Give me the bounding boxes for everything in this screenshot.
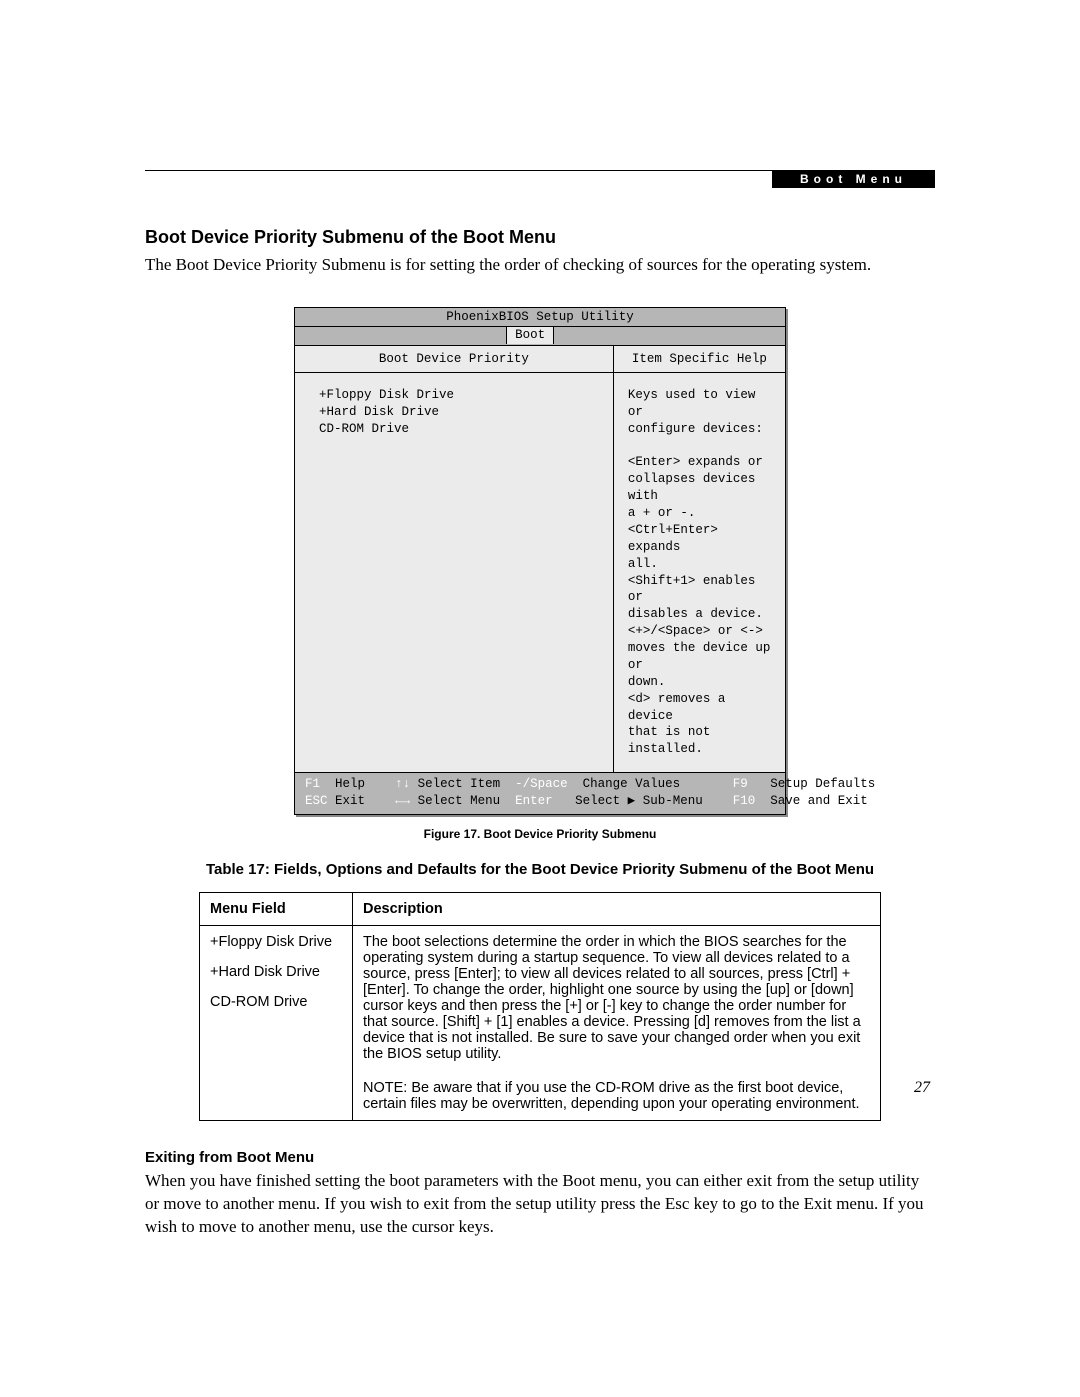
bios-key-arrows-ud: ↑↓ (395, 777, 410, 791)
bios-left-header: Boot Device Priority (295, 346, 613, 373)
header-rule: Boot Menu (145, 170, 935, 191)
bios-help-text: Keys used to view or configure devices: … (614, 373, 785, 772)
bios-device-item: CD-ROM Drive (319, 421, 613, 438)
bios-device-item: +Hard Disk Drive (319, 404, 613, 421)
page-heading: Boot Device Priority Submenu of the Boot… (145, 227, 935, 248)
table-row: +Floppy Disk Drive +Hard Disk Drive CD-R… (200, 925, 881, 1120)
table-header-row: Menu Field Description (200, 892, 881, 925)
exit-subheading: Exiting from Boot Menu (145, 1149, 935, 1166)
bios-key-esc: ESC (305, 794, 328, 808)
bios-device-item: +Floppy Disk Drive (319, 387, 613, 404)
section-header-tag: Boot Menu (772, 170, 935, 188)
cell-menu-field: +Floppy Disk Drive +Hard Disk Drive CD-R… (200, 925, 353, 1120)
figure-caption: Figure 17. Boot Device Priority Submenu (145, 827, 935, 841)
bios-key-f1: F1 (305, 777, 320, 791)
bios-screenshot: PhoenixBIOS Setup Utility Boot Boot Devi… (294, 307, 786, 815)
bios-key-label: Setup Defaults (770, 777, 875, 791)
menu-field-item: CD-ROM Drive (210, 994, 342, 1010)
bios-key-label: Select Item (418, 777, 501, 791)
bios-key-minus-space: -/Space (515, 777, 568, 791)
bios-key-label: Select ▶ Sub-Menu (575, 794, 703, 808)
bios-content: Boot Device Priority +Floppy Disk Drive … (295, 346, 785, 772)
bios-key-f10: F10 (733, 794, 756, 808)
description-main: The boot selections determine the order … (363, 934, 870, 1062)
bios-right-header: Item Specific Help (614, 346, 785, 373)
bios-title: PhoenixBIOS Setup Utility (295, 308, 785, 327)
menu-field-item: +Floppy Disk Drive (210, 934, 342, 950)
bios-key-f9: F9 (733, 777, 748, 791)
bios-key-label: Select Menu (418, 794, 501, 808)
exit-paragraph: When you have finished setting the boot … (145, 1170, 935, 1239)
bios-key-label: Help (335, 777, 365, 791)
bios-left-column: Boot Device Priority +Floppy Disk Drive … (295, 346, 614, 772)
intro-paragraph: The Boot Device Priority Submenu is for … (145, 254, 935, 277)
bios-right-column: Item Specific Help Keys used to view or … (614, 346, 785, 772)
bios-key-label: Change Values (583, 777, 681, 791)
bios-active-tab: Boot (506, 327, 554, 344)
bios-menu-tabs: Boot (295, 327, 785, 346)
description-note: NOTE: Be aware that if you use the CD-RO… (363, 1080, 870, 1112)
col-menu-field: Menu Field (200, 892, 353, 925)
col-description: Description (353, 892, 881, 925)
bios-key-label: Save and Exit (770, 794, 868, 808)
bios-key-label: Exit (335, 794, 365, 808)
document-page: Boot Menu Boot Device Priority Submenu o… (0, 0, 1080, 1397)
menu-field-item: +Hard Disk Drive (210, 964, 342, 980)
fields-table: Menu Field Description +Floppy Disk Driv… (199, 892, 881, 1121)
table-caption: Table 17: Fields, Options and Defaults f… (145, 861, 935, 878)
bios-key-enter: Enter (515, 794, 553, 808)
bios-footer: F1 Help ↑↓ Select Item -/Space Change Va… (295, 772, 785, 814)
page-number: 27 (914, 1079, 930, 1097)
bios-device-list: +Floppy Disk Drive +Hard Disk Drive CD-R… (295, 373, 613, 646)
bios-key-arrows-lr: ←→ (395, 794, 410, 808)
cell-description: The boot selections determine the order … (353, 925, 881, 1120)
